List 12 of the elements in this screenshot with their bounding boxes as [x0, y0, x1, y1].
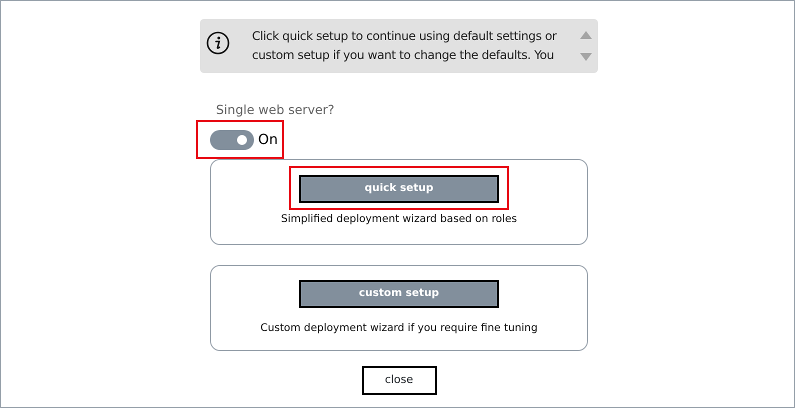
option-description: Simplified deployment wizard based on roles [281, 212, 517, 227]
scroll-up-icon[interactable] [580, 31, 592, 39]
toggle-label: Single web server? [216, 101, 336, 119]
setup-button[interactable]: custom setup [299, 280, 499, 308]
toggle-switch[interactable] [210, 130, 254, 150]
info-text: Click quick setup to continue using default settings or custom setup if you want to change the defaults. You [252, 28, 558, 64]
info-icon [206, 31, 230, 55]
toggle-state: On [258, 130, 278, 150]
close-button[interactable]: close [362, 366, 436, 395]
option-description: Custom deployment wizard if you require fine tuning [260, 320, 538, 336]
scroll-down-icon[interactable] [580, 53, 592, 61]
setup-button[interactable]: quick setup [299, 174, 499, 203]
